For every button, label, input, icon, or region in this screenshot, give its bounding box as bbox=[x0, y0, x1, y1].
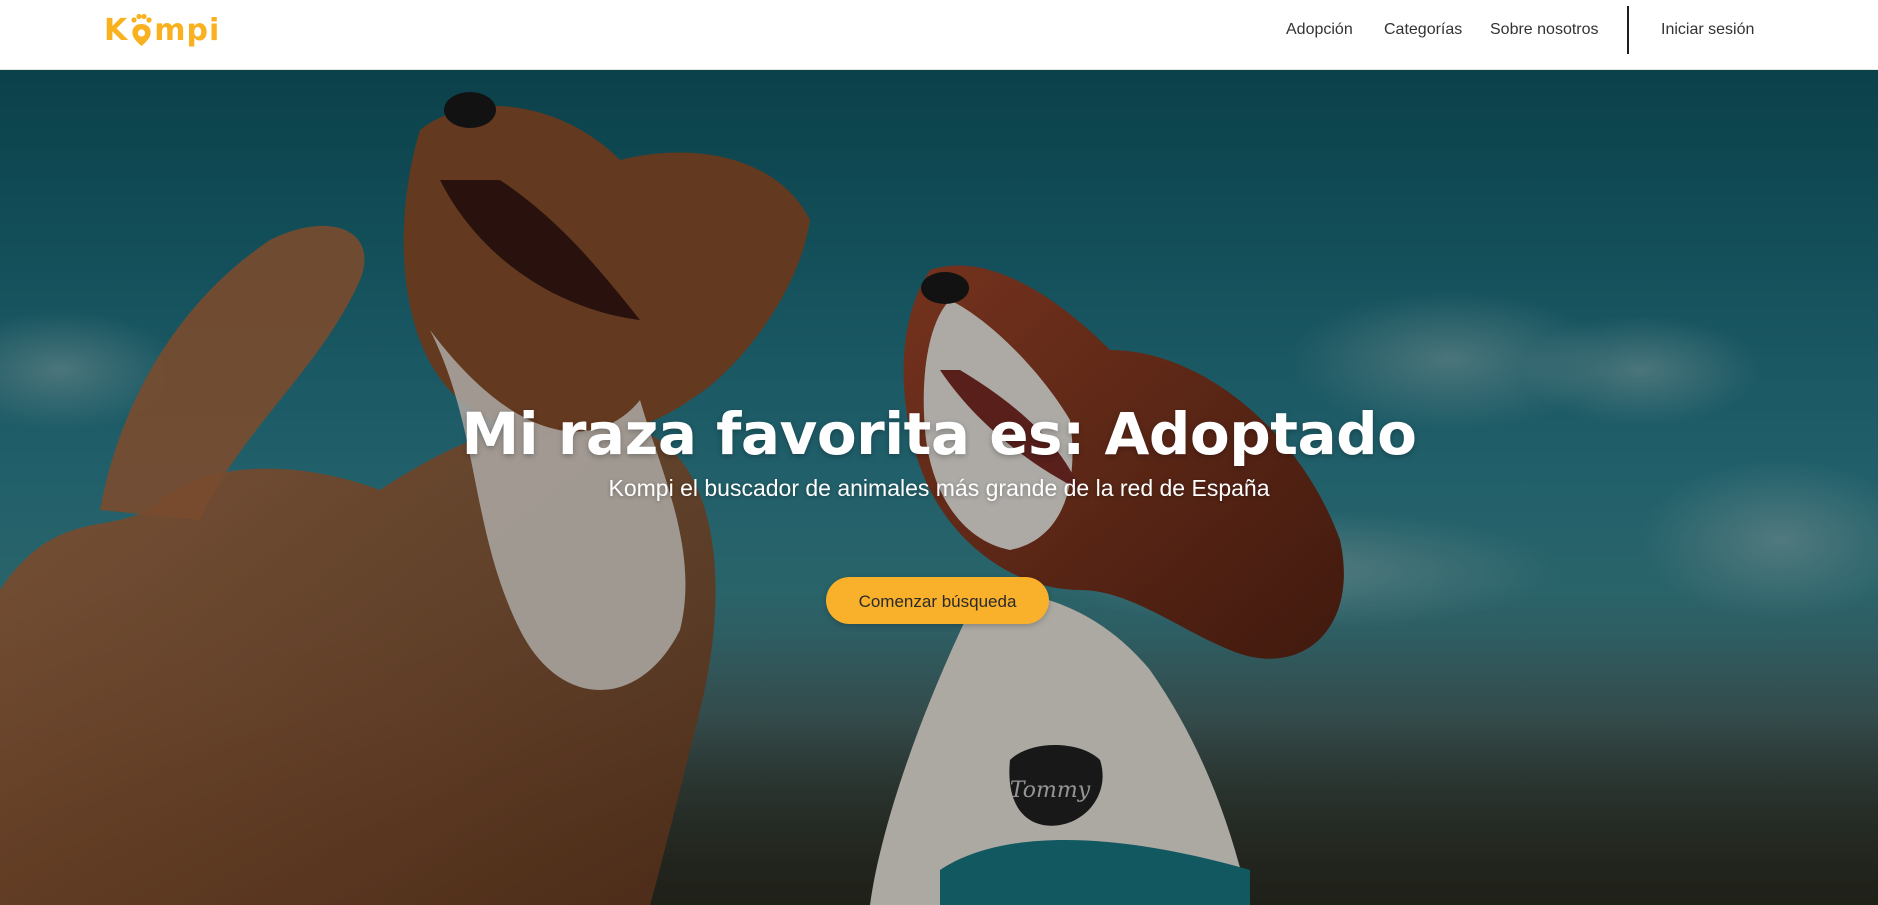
nav-item-adopcion[interactable]: Adopción bbox=[1286, 21, 1353, 39]
logo-letters-mpi: mpi bbox=[154, 13, 221, 48]
paw-pin-icon bbox=[129, 13, 153, 46]
nav-item-categorias[interactable]: Categorías bbox=[1384, 21, 1462, 39]
nav-item-sobre-nosotros[interactable]: Sobre nosotros bbox=[1490, 21, 1599, 39]
logo-letter-k: K bbox=[104, 13, 129, 48]
hero-section: Tommy Mi raza favorita es: Adoptado Komp… bbox=[0, 70, 1878, 905]
login-link[interactable]: Iniciar sesión bbox=[1661, 21, 1754, 39]
hero-title: Mi raza favorita es: Adoptado bbox=[461, 399, 1417, 468]
kompi-logo[interactable]: K mpi bbox=[104, 10, 220, 46]
navbar: K mpi Adopción Categorías Sobre nosotros bbox=[0, 0, 1878, 70]
hero-subtitle: Kompi el buscador de animales más grande… bbox=[608, 475, 1270, 501]
nav-divider bbox=[1627, 6, 1629, 54]
logo-wordmark: K mpi bbox=[104, 13, 221, 48]
start-search-button[interactable]: Comenzar búsqueda bbox=[826, 577, 1049, 624]
